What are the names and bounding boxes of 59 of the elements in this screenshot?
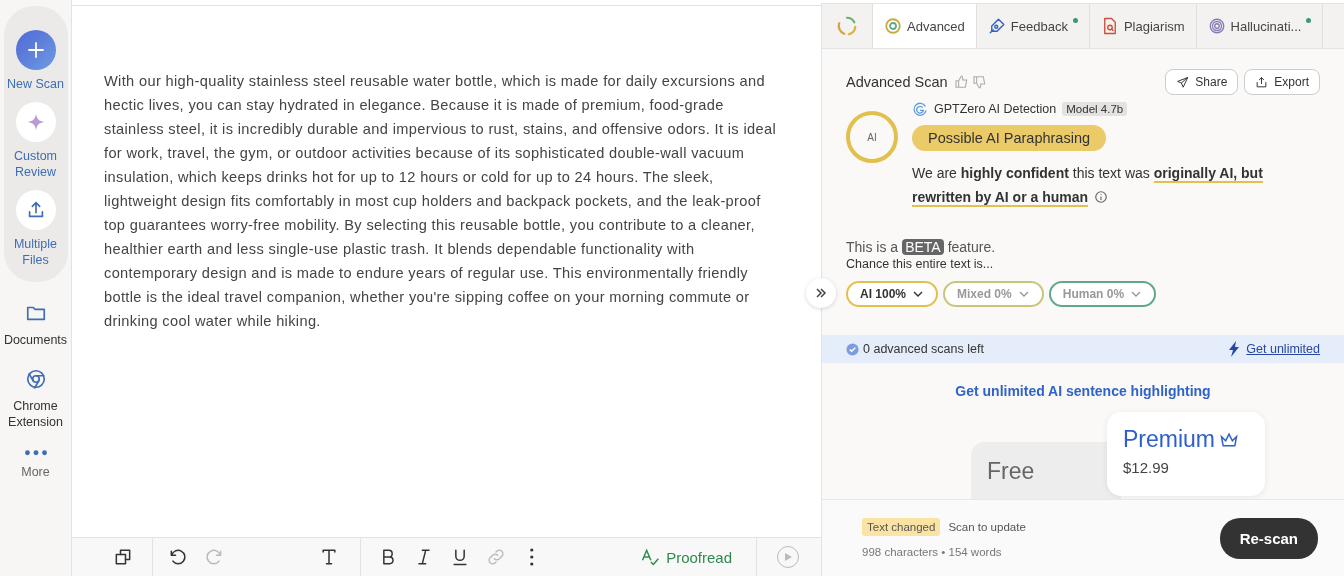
proofread-button[interactable]: Proofread (634, 546, 738, 568)
beta-note: This is a (846, 239, 899, 255)
sidebar-action[interactable]: Custom Review (3, 102, 68, 180)
result-statement: We are highly confident this text was originally AI, but rewritten by AI or a human (912, 164, 1264, 209)
score-ring: AI (846, 111, 898, 163)
loading-icon (836, 15, 858, 37)
sidebar-action[interactable]: New Scan (3, 30, 68, 92)
undo-icon (168, 547, 188, 567)
beta-note: feature. (947, 239, 996, 255)
send-icon (1176, 75, 1190, 89)
status-badge: Text changed (862, 518, 941, 536)
sidebar-item[interactable]: Chrome Extension (0, 368, 72, 430)
scans-left-text: 0 advanced scans left (863, 342, 984, 356)
verdict-label: Possible AI Paraphrasing (912, 125, 1106, 151)
spiral-icon (1207, 17, 1226, 35)
spellcheck-icon (640, 547, 661, 567)
play-icon (783, 552, 793, 562)
share-button[interactable]: Share (1165, 69, 1239, 95)
text-stats: 998 characters • 154 words (862, 546, 1003, 558)
more-icon (530, 548, 534, 566)
section-title: Advanced Scan (846, 74, 948, 90)
thumbs-down-icon (971, 74, 988, 90)
check-badge-icon (846, 342, 859, 356)
tab[interactable]: Advanced (873, 4, 977, 48)
sidebar-item[interactable]: Documents (0, 302, 72, 348)
detector-name: GPTZero AI Detection (934, 102, 1057, 116)
beta-badge: BETA (902, 239, 944, 255)
tab[interactable]: Feedback (976, 4, 1090, 48)
double-chevron-icon (814, 286, 828, 300)
detector-logo-icon (912, 101, 928, 117)
sidebar-action[interactable]: Multiple Files (3, 190, 68, 268)
plan-name: Free (987, 458, 1035, 484)
probability-chip[interactable]: AI 100% (846, 281, 939, 307)
collapse-button[interactable] (806, 278, 836, 308)
get-unlimited-link[interactable]: Get unlimited (1246, 342, 1320, 356)
redo-icon (204, 547, 224, 567)
export-icon (1255, 75, 1269, 89)
upsell-heading: Get unlimited AI sentence highlighting (954, 383, 1212, 399)
hint-text: Scan to update (948, 521, 1026, 533)
chrome-icon (24, 368, 47, 390)
tab[interactable]: Plagiarism (1089, 4, 1197, 48)
export-button[interactable]: Export (1244, 69, 1320, 95)
target-icon (884, 17, 902, 35)
rescan-button[interactable]: Re-scan (1219, 517, 1318, 559)
thumbs-up-icon (953, 74, 970, 90)
sidebar-item[interactable]: More (0, 450, 72, 480)
editor-text[interactable]: With our high-quality stainless steel reusable water bottle, which is made for daily excursions and hectic lives, you can stay hydrated in elegance. Because it is made of premium, food-grade stainless steel, it is incredibly durable and impervious to rust, stains, and offensive odors. It is ideal for work, travel, the gym, or outdoor activities because of its sophisticated double-wall vacuum insulation, which keeps drinks hot for up to 12 hours or cold for up to 24 hours. The sleek, lightweight design fits comfortably in most cup holders and backpack pockets, and the leak-proof top guarantees worry-free mobility. By selecting this reusable bottle, you contribute to a cleaner, healthier earth and less single-use plastic trash. It blends dependable functionality with contemporary design and is made to endure years of regular use. This environmentally friendly bottle is the ideal travel companion, whether you're sipping coffee on your morning commute or drinking cool water while hiking. (72, 6, 821, 537)
link-icon (486, 547, 507, 567)
plan-name: Premium (1123, 426, 1215, 453)
tab[interactable]: Hallucinati... (1196, 4, 1324, 48)
lightning-icon (1228, 341, 1241, 357)
crown-icon (1219, 430, 1239, 449)
chance-label: Chance this entire text is... (845, 256, 995, 271)
model-badge: Model 4.7b (1062, 102, 1128, 116)
copy-icon (113, 547, 133, 567)
more-icon (24, 450, 47, 456)
info-icon[interactable] (1094, 190, 1109, 204)
plan-price: $12.99 (1123, 459, 1170, 476)
pen-icon (987, 17, 1006, 35)
